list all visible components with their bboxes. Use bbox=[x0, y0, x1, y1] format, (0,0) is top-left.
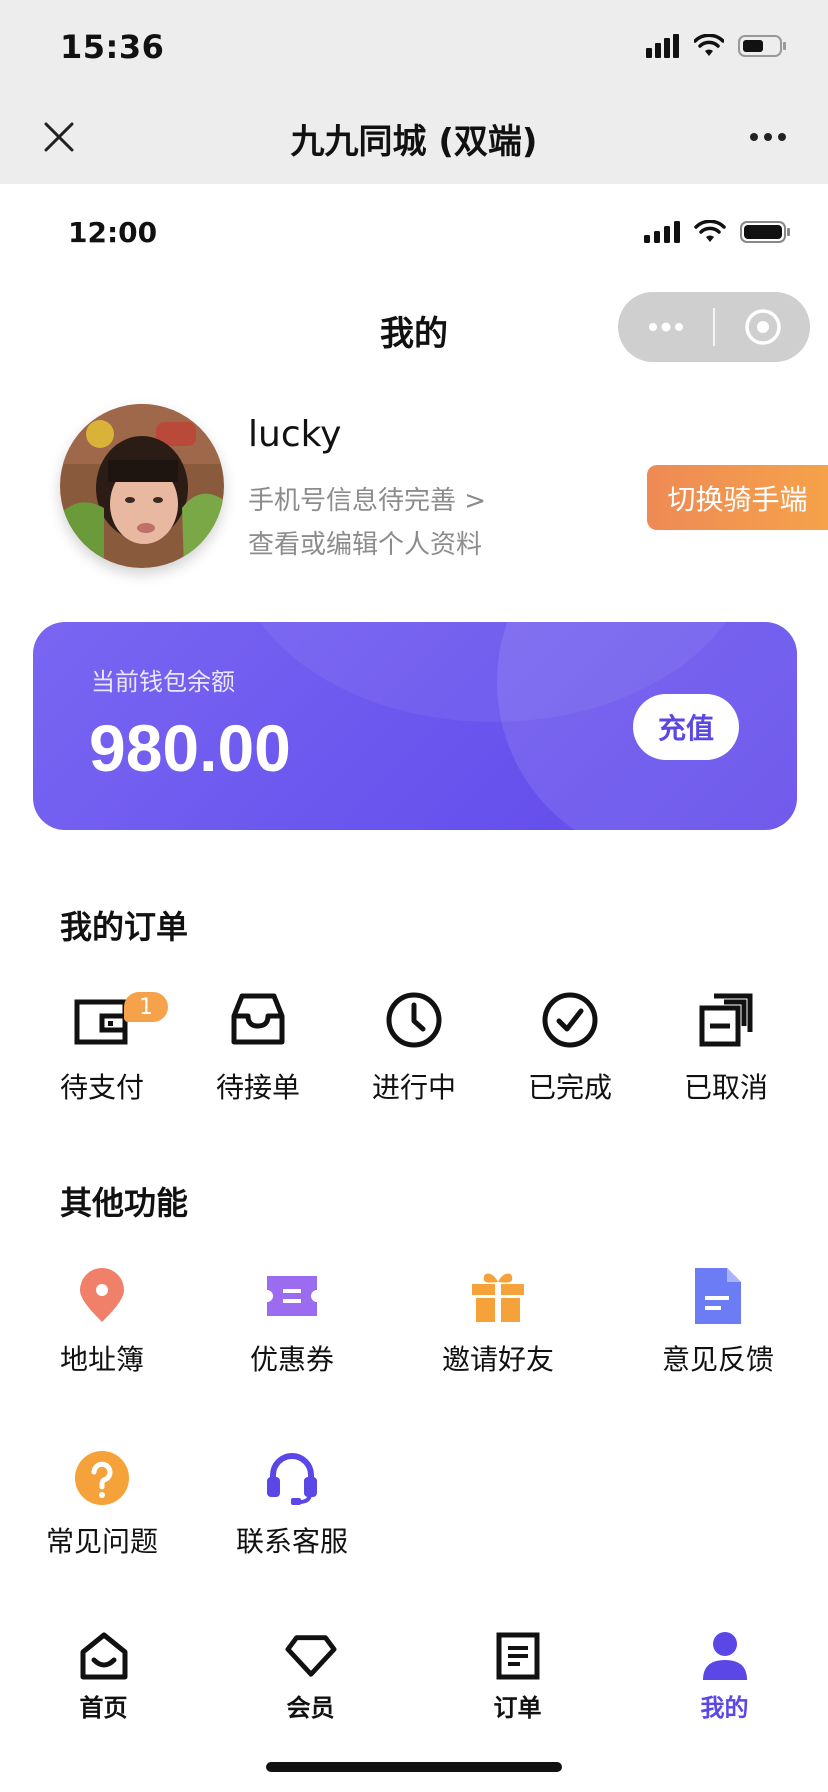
battery-icon bbox=[738, 34, 788, 62]
function-label: 联系客服 bbox=[235, 1525, 348, 1558]
wallet-card: 当前钱包余额 980.00 充值 bbox=[33, 622, 797, 830]
order-list-icon bbox=[492, 1630, 544, 1682]
home-icon bbox=[78, 1630, 130, 1682]
order-status-cancelled[interactable]: 已取消 bbox=[648, 990, 804, 1110]
cancelled-docs-icon bbox=[696, 990, 756, 1050]
more-icon[interactable] bbox=[738, 112, 798, 162]
faq-button[interactable]: 常见问题 bbox=[12, 1450, 192, 1560]
tab-label: 会员 bbox=[286, 1694, 335, 1722]
outer-status-time: 15:36 bbox=[60, 28, 165, 66]
function-label: 地址簿 bbox=[59, 1343, 144, 1376]
tab-mine[interactable]: 我的 bbox=[621, 1630, 828, 1740]
function-label: 邀请好友 bbox=[441, 1343, 554, 1376]
gift-icon bbox=[470, 1268, 526, 1324]
function-label: 意见反馈 bbox=[661, 1343, 774, 1376]
tab-orders[interactable]: 订单 bbox=[414, 1630, 621, 1740]
inbox-icon bbox=[228, 990, 288, 1050]
home-indicator bbox=[266, 1762, 562, 1772]
address-book-button[interactable]: 地址簿 bbox=[12, 1268, 192, 1378]
tab-label: 首页 bbox=[79, 1694, 128, 1722]
order-status-label: 待接单 bbox=[215, 1071, 300, 1104]
wechat-title: 九九同城 (双端) bbox=[290, 122, 538, 162]
functions-row-2: 常见问题 联系客服 bbox=[0, 1450, 828, 1570]
order-status-label: 已取消 bbox=[683, 1071, 768, 1104]
order-status-awaiting-acceptance[interactable]: 待接单 bbox=[180, 990, 336, 1110]
orders-section-title: 我的订单 bbox=[60, 908, 189, 946]
diamond-icon bbox=[284, 1630, 337, 1682]
order-status-in-progress[interactable]: 进行中 bbox=[336, 990, 492, 1110]
order-status-label: 待支付 bbox=[59, 1071, 144, 1104]
inner-status-icons bbox=[644, 219, 792, 248]
tab-label: 订单 bbox=[493, 1694, 542, 1722]
wallet-amount: 980.00 bbox=[89, 711, 291, 785]
wallet-icon bbox=[72, 990, 132, 1050]
tab-home[interactable]: 首页 bbox=[0, 1630, 207, 1740]
wifi-icon bbox=[693, 33, 725, 62]
cellular-signal-icon bbox=[646, 34, 680, 62]
check-circle-icon bbox=[540, 990, 600, 1050]
question-icon bbox=[74, 1450, 130, 1506]
invite-friends-button[interactable]: 邀请好友 bbox=[408, 1268, 588, 1378]
wifi-icon bbox=[694, 219, 726, 248]
order-status-completed[interactable]: 已完成 bbox=[492, 990, 648, 1110]
feedback-button[interactable]: 意见反馈 bbox=[628, 1268, 808, 1378]
username: lucky bbox=[248, 414, 342, 455]
headset-icon bbox=[264, 1450, 320, 1506]
cellular-signal-icon bbox=[644, 221, 680, 247]
inner-status-bar: 12:00 bbox=[0, 184, 828, 280]
function-label: 优惠券 bbox=[249, 1343, 334, 1376]
order-status-label: 进行中 bbox=[371, 1071, 456, 1104]
clock-icon bbox=[384, 990, 444, 1050]
battery-icon bbox=[740, 220, 792, 248]
function-label: 常见问题 bbox=[45, 1525, 158, 1558]
recharge-button[interactable]: 充值 bbox=[633, 694, 739, 760]
pending-payment-badge: 1 bbox=[124, 992, 168, 1022]
functions-section-title: 其他功能 bbox=[60, 1184, 189, 1222]
wallet-label: 当前钱包余额 bbox=[91, 668, 235, 696]
capsule-close-icon[interactable] bbox=[715, 292, 810, 362]
tab-membership[interactable]: 会员 bbox=[207, 1630, 414, 1740]
miniprogram-capsule bbox=[618, 292, 810, 362]
wechat-nav-bar: 九九同城 (双端) bbox=[0, 90, 828, 184]
functions-row-1: 地址簿 优惠券 邀请好友 意见反馈 bbox=[0, 1268, 828, 1388]
bottom-tab-bar: 首页 会员 订单 我的 bbox=[0, 1630, 828, 1740]
coupons-button[interactable]: 优惠券 bbox=[202, 1268, 382, 1378]
capsule-more-icon[interactable] bbox=[618, 292, 713, 362]
outer-status-icons bbox=[646, 33, 788, 62]
document-icon bbox=[690, 1268, 746, 1324]
user-icon bbox=[699, 1630, 751, 1682]
edit-profile-link[interactable]: 查看或编辑个人资料 bbox=[248, 524, 482, 561]
coupon-icon bbox=[264, 1268, 320, 1324]
phone-hint-link[interactable]: 手机号信息待完善 > bbox=[248, 480, 486, 517]
order-status-label: 已完成 bbox=[527, 1071, 612, 1104]
inner-status-time: 12:00 bbox=[68, 216, 158, 249]
switch-rider-button[interactable]: 切换骑手端 bbox=[647, 465, 828, 530]
outer-status-bar: 15:36 bbox=[0, 0, 828, 90]
tab-label: 我的 bbox=[700, 1694, 749, 1722]
contact-support-button[interactable]: 联系客服 bbox=[202, 1450, 382, 1560]
avatar[interactable] bbox=[60, 404, 224, 568]
location-pin-icon bbox=[74, 1268, 130, 1324]
